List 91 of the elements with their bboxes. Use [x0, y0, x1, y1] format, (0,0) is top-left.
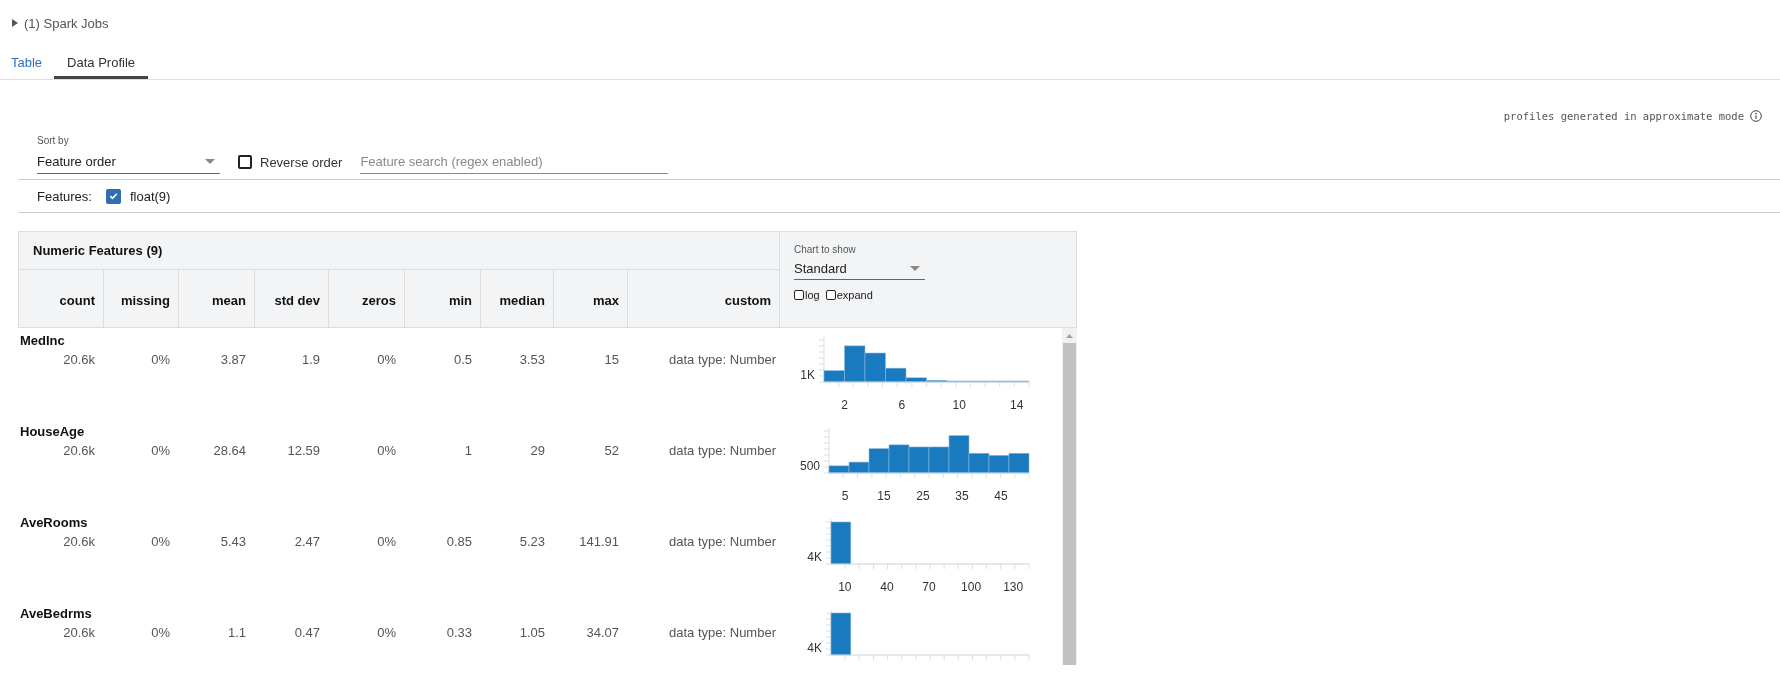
table-cell-text: 0% [376, 351, 397, 369]
table-cell-text: 5.43 [219, 533, 247, 551]
axis-tick-label: 4K [807, 550, 822, 564]
axis-tick-label: 500 [799, 459, 820, 473]
column-header: custom [723, 292, 772, 310]
column-header: zeros [329, 270, 405, 327]
table-cell-text: 3.87 [219, 351, 247, 369]
axis-tick-label: 1K [800, 368, 815, 382]
caret-icon [910, 266, 920, 271]
table-cell-text: 20.6k [62, 442, 96, 460]
axis-tick-label: 4K [807, 641, 822, 655]
feature-name: AveRooms [19, 514, 89, 530]
table-cell-text: 34.07 [585, 624, 620, 642]
reverse-order-checkbox[interactable] [238, 155, 252, 169]
checkbox-label: float(9) [129, 188, 171, 204]
feature-name: AveBedrms [19, 605, 93, 621]
expand-triangle-icon[interactable] [12, 19, 18, 27]
sort-by-label: Sort by [37, 135, 70, 146]
table-cell-text: 0.5 [452, 351, 473, 369]
table-cell-text: 0.33 [445, 624, 473, 642]
table-cell-text: 0% [376, 533, 397, 551]
scrollbar[interactable] [1062, 328, 1077, 665]
table-cell-text: 29 [529, 442, 546, 460]
axis-tick-label: 45 [994, 489, 1008, 503]
table-cell-text: 1 [463, 442, 473, 460]
checkbox-label: log [805, 289, 820, 301]
table-cell-text: 0.47 [293, 624, 321, 642]
column-header: median [481, 270, 554, 327]
table-cell-text: 0% [150, 624, 171, 642]
approximate-mode-note: profiles generated in approximate mode [1503, 110, 1744, 122]
axis-tick-label: 6 [898, 398, 906, 412]
table-cell-text: 1.1 [226, 624, 247, 642]
table-cell-text: 0% [150, 442, 171, 460]
table-cell-text: 2.47 [293, 533, 321, 551]
table-cell-text: 12.59 [286, 442, 321, 460]
table-cell-text: 1.05 [518, 624, 546, 642]
axis-tick-label: 25 [916, 489, 930, 503]
column-header: min [405, 270, 481, 327]
info-icon[interactable] [1750, 110, 1762, 122]
column-header: mean [179, 270, 255, 327]
table-cell-text: 5.23 [518, 533, 546, 551]
axis-tick-label: 10 [838, 580, 852, 594]
table-cell-text: data type: Number [668, 442, 777, 460]
sort-by-select[interactable]: Feature order [37, 150, 220, 174]
table-cell-text: 0% [150, 533, 171, 551]
features-label: Features: [37, 188, 92, 204]
table-cell-text: 52 [603, 442, 620, 460]
table-cell-text: data type: Number [668, 624, 777, 642]
axis-tick-label: 100 [961, 580, 982, 594]
expand-checkbox[interactable] [825, 290, 836, 300]
table-cell-text: 20.6k [62, 624, 96, 642]
spark-jobs-link[interactable]: (1) Spark Jobs [24, 15, 109, 31]
table-cell-text: 20.6k [62, 351, 96, 369]
table-cell-text: 141.91 [578, 533, 620, 551]
table-cell-text: 0% [150, 351, 171, 369]
axis-tick-label: 35 [955, 489, 969, 503]
table-title: Numeric Features (9) [19, 232, 779, 270]
checkbox-label: expand [836, 289, 873, 301]
axis-tick-label: 14 [1010, 398, 1024, 412]
table-cell-text: data type: Number [668, 533, 777, 551]
axis-tick-label: 130 [1003, 580, 1024, 594]
feature-name: MedInc [19, 332, 66, 348]
table-cell-text: 0% [376, 624, 397, 642]
axis-tick-label: 10 [952, 398, 966, 412]
tab[interactable]: Table [0, 49, 56, 79]
table-cell-text: 20.6k [62, 533, 96, 551]
table-cell-text: 28.64 [212, 442, 247, 460]
axis-tick-label: 40 [880, 580, 894, 594]
axis-tick-label: 5 [841, 489, 849, 503]
table-cell-text: 1.9 [300, 351, 321, 369]
table-cell-text: 3.53 [518, 351, 546, 369]
checkbox-label: Reverse order [260, 154, 343, 170]
table-cell-text: 15 [603, 351, 620, 369]
axis-tick-label: 15 [877, 489, 891, 503]
table-cell-text: data type: Number [668, 351, 777, 369]
log-checkbox[interactable] [794, 290, 804, 300]
table-cell-text: 0% [376, 442, 397, 460]
column-header: std dev [255, 270, 329, 327]
column-header: missing [104, 270, 179, 327]
checkmark-icon [107, 190, 119, 202]
axis-tick-label: 70 [922, 580, 936, 594]
chart-to-show-label: Chart to show [794, 244, 857, 255]
feature-type-checkbox[interactable] [105, 188, 121, 204]
caret-icon [205, 159, 215, 164]
feature-name: HouseAge [19, 423, 86, 439]
table-cell-text: 0.85 [445, 533, 473, 551]
tab[interactable]: Data Profile [54, 49, 148, 79]
chart-type-select[interactable]: Standard [794, 258, 925, 280]
column-header: count [19, 270, 104, 327]
axis-tick-label: 2 [841, 398, 848, 412]
column-header: max [554, 270, 628, 327]
